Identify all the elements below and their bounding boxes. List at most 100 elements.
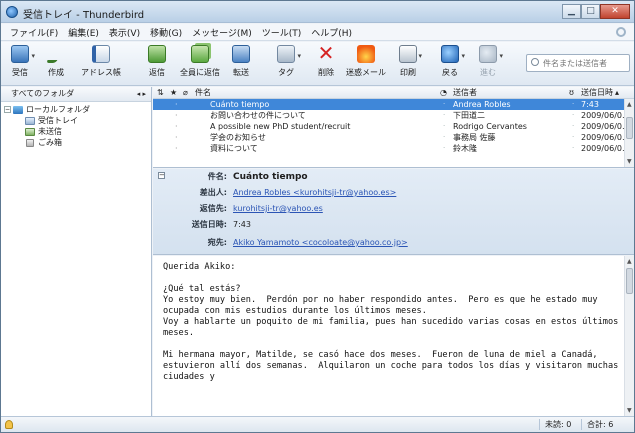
search-input[interactable]	[543, 55, 629, 71]
folder-inbox[interactable]: 受信トレイ	[1, 115, 151, 126]
date-label: 送信日時:	[191, 220, 227, 229]
menu-edit[interactable]: 編集(E)	[63, 26, 104, 39]
star-icon[interactable]: ·	[175, 143, 178, 154]
window-title: 受信トレイ - Thunderbird	[23, 10, 145, 21]
delete-button[interactable]: ✕ 削除	[315, 43, 337, 83]
menu-go[interactable]: 移動(G)	[145, 26, 187, 39]
get-messages-button[interactable]: 受信 ▾	[7, 45, 35, 83]
folder-pane: すべてのフォルダ ◂ ▸ − ローカルフォルダ 受信トレイ 未送信 ごみ箱	[1, 87, 152, 416]
junk-status-icon[interactable]: ·	[572, 110, 574, 121]
thread-row[interactable]: · 学会のお知らせ · 事務局 佐藤 · 2009/06/06 2...	[153, 132, 634, 143]
star-column-icon[interactable]: ★	[170, 87, 177, 98]
star-icon[interactable]: ·	[175, 132, 178, 143]
junk-status-icon[interactable]: ·	[572, 121, 574, 132]
maximize-button[interactable]: □	[581, 4, 600, 19]
menu-view[interactable]: 表示(V)	[104, 26, 145, 39]
to-row: 宛先: Akiko Yamamoto <cocoloate@yahoo.co.j…	[153, 237, 623, 249]
tag-icon	[277, 45, 295, 63]
from-address-link[interactable]: Andrea Robles <kurohitsji-tr@yahoo.es>	[233, 187, 396, 199]
address-book-icon	[92, 45, 110, 63]
chevron-down-icon[interactable]: ▾	[461, 52, 465, 60]
thread-row[interactable]: · A possible new PhD student/recruit · R…	[153, 121, 634, 132]
close-button[interactable]: ✕	[600, 4, 630, 19]
address-book-button[interactable]: アドレス帳	[79, 45, 123, 83]
reply-all-button[interactable]: 全員に返信	[175, 45, 225, 83]
junk-status-icon[interactable]: ·	[572, 99, 574, 110]
total-count: 合計: 6	[587, 420, 614, 429]
chevron-down-icon[interactable]: ▾	[297, 52, 301, 60]
write-button[interactable]: 作成	[41, 45, 71, 83]
forward-arrow-icon	[479, 45, 497, 63]
search-box[interactable]	[526, 54, 630, 72]
menu-message[interactable]: メッセージ(M)	[187, 26, 257, 39]
collapse-toggle-icon[interactable]: −	[4, 106, 11, 113]
offline-status-icon[interactable]	[5, 420, 13, 429]
read-status-icon[interactable]: ·	[443, 110, 445, 121]
print-button[interactable]: 印刷 ▾	[396, 45, 422, 83]
from-column-header[interactable]: 送信者	[453, 87, 477, 98]
thread-row-selected[interactable]: · Cuánto tiempo · Andrea Robles · 7:43	[153, 99, 634, 110]
attachment-column-icon[interactable]: ⌀	[183, 87, 188, 98]
thread-column-icon[interactable]: ⇅	[157, 87, 164, 98]
minimize-button[interactable]: ▁	[562, 4, 581, 19]
thread-row[interactable]: · お問い合わせの件について · 下田道二 · 2009/06/06 3...	[153, 110, 634, 121]
folder-trash[interactable]: ごみ箱	[1, 137, 151, 148]
thread-row[interactable]: · 資料について · 鈴木隆 · 2009/06/06 1...	[153, 143, 634, 154]
status-divider	[539, 419, 540, 430]
folder-pane-header[interactable]: すべてのフォルダ ◂ ▸	[1, 87, 151, 102]
forward-nav-button[interactable]: 進む ▾	[475, 45, 503, 83]
junk-status-icon[interactable]: ·	[572, 143, 574, 154]
star-icon[interactable]: ·	[175, 110, 178, 121]
folder-label: 受信トレイ	[38, 116, 78, 125]
back-button[interactable]: 戻る ▾	[437, 45, 465, 83]
read-status-icon[interactable]: ·	[443, 121, 445, 132]
scroll-thumb[interactable]	[626, 117, 633, 139]
window-controls: ▁ □ ✕	[562, 4, 630, 19]
thread-subject: お問い合わせの件について	[210, 111, 306, 120]
message-body-pane[interactable]: Querida Akiko: ¿Qué tal estás? Yo estoy …	[153, 256, 634, 416]
read-column-icon[interactable]: ◔	[440, 87, 447, 98]
menu-help[interactable]: ヘルプ(H)	[306, 26, 357, 39]
reply-to-link[interactable]: kurohitsji-tr@yahoo.es	[233, 203, 323, 215]
thread-subject: 資料について	[210, 144, 258, 153]
chevron-down-icon[interactable]: ▾	[31, 52, 35, 60]
thunderbird-app-icon	[6, 6, 18, 18]
chevron-down-icon[interactable]: ▾	[499, 52, 503, 60]
menu-bar: ファイル(F) 編集(E) 表示(V) 移動(G) メッセージ(M) ツール(T…	[1, 24, 634, 41]
forward-button[interactable]: 転送	[230, 45, 252, 83]
folder-unsent[interactable]: 未送信	[1, 126, 151, 137]
subject-column-header[interactable]: 件名	[195, 87, 211, 98]
scroll-thumb[interactable]	[626, 268, 633, 294]
read-status-icon[interactable]: ·	[443, 99, 445, 110]
subject-label: 件名:	[207, 172, 227, 181]
to-address-link[interactable]: Akiko Yamamoto <cocoloate@yahoo.co.jp>	[233, 237, 408, 249]
scroll-up-icon[interactable]: ▲	[627, 101, 632, 108]
junk-button[interactable]: 迷惑メール	[344, 45, 388, 83]
star-icon[interactable]: ·	[175, 121, 178, 132]
folder-label: ごみ箱	[38, 138, 62, 147]
folder-local[interactable]: − ローカルフォルダ	[1, 104, 151, 115]
reply-button[interactable]: 返信	[146, 45, 168, 83]
printer-icon	[399, 45, 417, 63]
tag-button[interactable]: タグ ▾	[273, 45, 301, 83]
thread-from: 鈴木隆	[453, 144, 477, 153]
junk-status-icon[interactable]: ·	[572, 132, 574, 143]
chevron-down-icon[interactable]: ▾	[418, 52, 422, 60]
inbox-icon	[25, 117, 35, 125]
scroll-up-icon[interactable]: ▲	[627, 258, 632, 265]
reply-to-row: 返信先: kurohitsji-tr@yahoo.es	[153, 203, 623, 215]
scroll-down-icon[interactable]: ▼	[627, 158, 632, 165]
read-status-icon[interactable]: ·	[443, 143, 445, 154]
body-scrollbar[interactable]: ▲ ▼	[624, 256, 634, 416]
junk-column-icon[interactable]: ʊ	[569, 87, 574, 98]
unread-count: 未読: 0	[545, 420, 572, 429]
menu-tools[interactable]: ツール(T)	[257, 26, 307, 39]
menu-file[interactable]: ファイル(F)	[5, 26, 63, 39]
scroll-down-icon[interactable]: ▼	[627, 407, 632, 414]
star-icon[interactable]: ·	[175, 99, 178, 110]
date-column-header[interactable]: 送信日時	[581, 87, 613, 98]
search-icon	[531, 58, 539, 66]
read-status-icon[interactable]: ·	[443, 132, 445, 143]
thread-scrollbar[interactable]: ▲ ▼	[624, 99, 634, 167]
folder-view-arrows-icon[interactable]: ◂ ▸	[137, 87, 146, 101]
